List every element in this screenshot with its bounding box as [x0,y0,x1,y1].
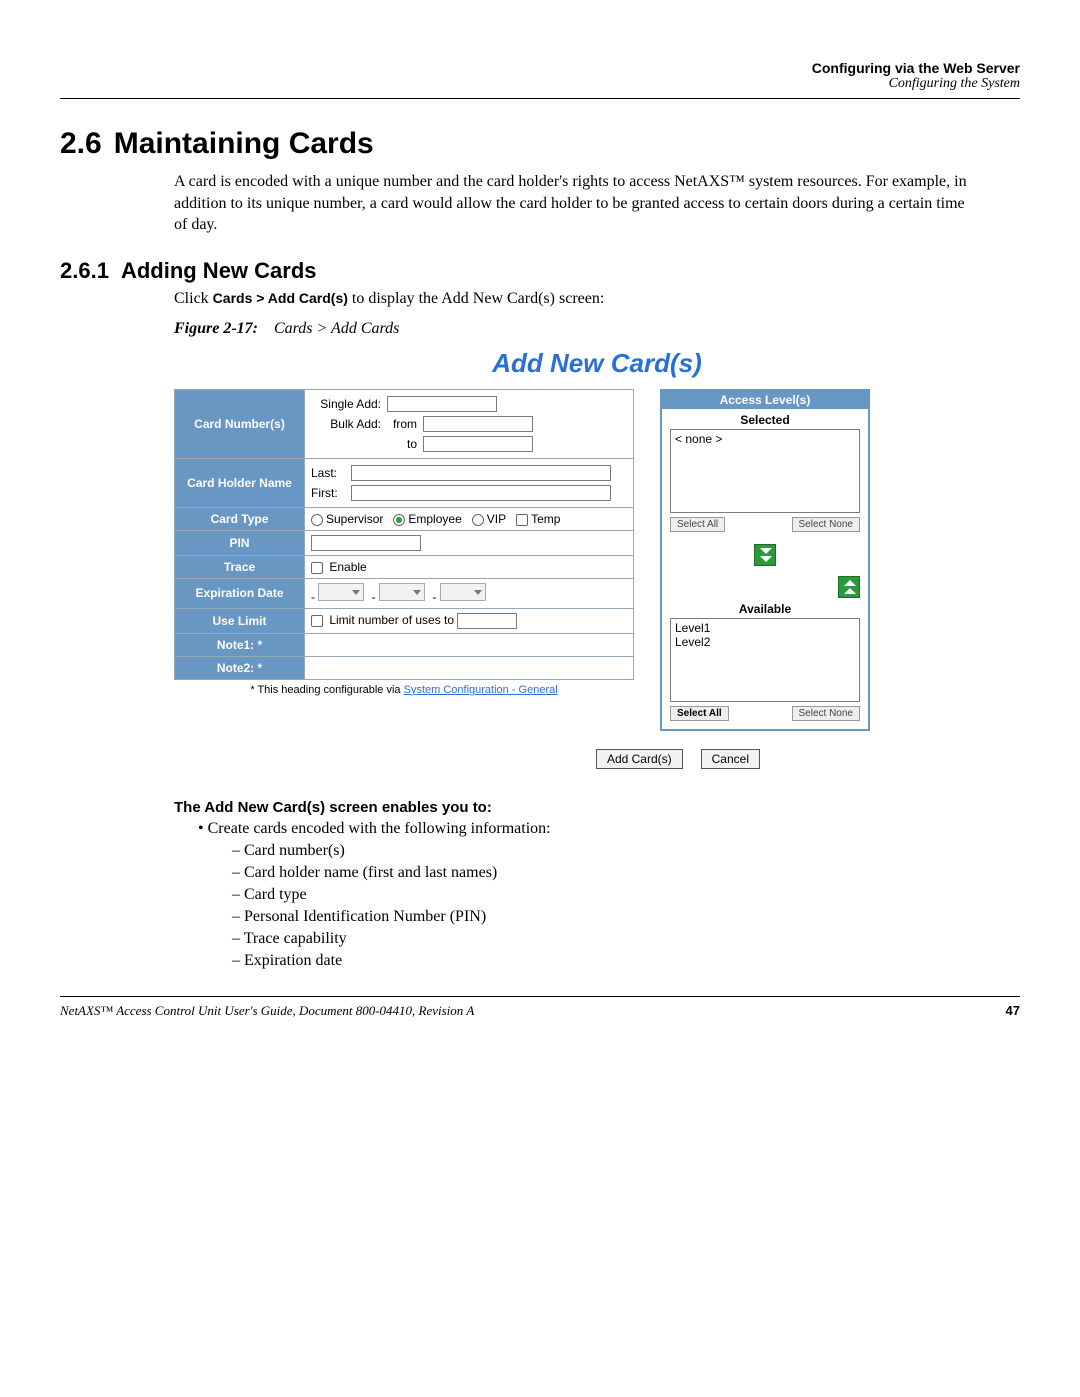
list-item: Card number(s) [232,840,1020,862]
temp-checkbox[interactable] [516,514,528,526]
section-body: A card is encoded with a unique number a… [174,171,980,236]
list-item[interactable]: Level1 [675,621,855,635]
bulk-add-label: Bulk Add: [311,417,381,431]
available-select-none-button[interactable]: Select None [792,706,860,721]
enables-heading: The Add New Card(s) screen enables you t… [174,799,1020,816]
exp-day-select[interactable] [379,583,425,601]
row-note2: Note2: * [175,656,305,679]
list-item: Card holder name (first and last names) [232,862,1020,884]
add-cards-button[interactable]: Add Card(s) [596,749,683,769]
selected-select-all-button[interactable]: Select All [670,517,725,532]
screenshot-title: Add New Card(s) [174,348,1020,379]
form-footnote: * This heading configurable via System C… [174,684,634,696]
page-number: 47 [1006,1003,1020,1019]
section-heading: 2.6 Maintaining Cards [60,127,1020,161]
section-number: 2.6 [60,127,102,160]
click-instruction: Click Cards > Add Card(s) to display the… [174,290,1020,308]
header-section: Configuring the System [60,76,1020,92]
move-up-button[interactable] [838,576,860,598]
employee-radio[interactable] [393,514,405,526]
exp-year-select[interactable] [440,583,486,601]
footer-rule [60,996,1020,997]
bulk-to-input[interactable] [423,436,533,452]
header-chapter: Configuring via the Web Server [60,60,1020,76]
list-item[interactable]: Level2 [675,635,855,649]
bulk-from-input[interactable] [423,416,533,432]
row-note1: Note1: * [175,633,305,656]
selected-select-none-button[interactable]: Select None [792,517,860,532]
pin-input[interactable] [311,535,421,551]
ui-path: Cards > Add Card(s) [213,290,348,306]
enables-list: Create cards encoded with the following … [198,820,1020,972]
last-name-input[interactable] [351,465,611,481]
row-pin: PIN [175,530,305,555]
row-card-type: Card Type [175,507,305,530]
single-add-label: Single Add: [311,397,381,411]
use-limit-checkbox[interactable] [311,615,323,627]
subsection-heading: 2.6.1 Adding New Cards [60,258,1020,284]
selected-none: < none > [675,432,855,446]
page-footer: NetAXS™ Access Control Unit User's Guide… [60,1003,1020,1019]
list-item: Trace capability [232,928,1020,950]
list-item: Expiration date [232,950,1020,972]
move-down-button[interactable] [754,544,776,566]
bulk-to-label: to [387,437,417,451]
embedded-screenshot: Add New Card(s) Card Number(s) Single Ad… [174,348,1020,731]
use-limit-input[interactable] [457,613,517,629]
available-label: Available [662,598,868,618]
available-select-all-button[interactable]: Select All [670,706,729,721]
subsection-number: 2.6.1 [60,258,109,283]
card-form-table: Card Number(s) Single Add: Bulk Add: fro… [174,389,634,680]
row-card-holder: Card Holder Name [175,458,305,507]
exp-month-select[interactable] [318,583,364,601]
cancel-button[interactable]: Cancel [701,749,760,769]
last-label: Last: [311,466,345,480]
first-label: First: [311,486,345,500]
trace-enable-checkbox[interactable] [311,562,323,574]
page-header: Configuring via the Web Server Configuri… [60,60,1020,92]
list-item: Personal Identification Number (PIN) [232,906,1020,928]
supervisor-radio[interactable] [311,514,323,526]
vip-radio[interactable] [472,514,484,526]
row-use-limit: Use Limit [175,608,305,633]
header-rule [60,98,1020,99]
access-levels-panel: Access Level(s) Selected < none > Select… [660,389,870,731]
row-card-numbers: Card Number(s) [175,389,305,458]
available-listbox[interactable]: Level1 Level2 [670,618,860,702]
form-buttons-row: Add Card(s) Cancel [174,749,1020,769]
access-levels-title: Access Level(s) [662,391,868,409]
single-add-input[interactable] [387,396,497,412]
subsection-title: Adding New Cards [121,258,317,283]
selected-label: Selected [662,409,868,429]
section-title: Maintaining Cards [114,127,374,160]
list-item: Create cards encoded with the following … [198,820,1020,972]
row-expiration: Expiration Date [175,578,305,608]
footer-doc: NetAXS™ Access Control Unit User's Guide… [60,1003,474,1019]
bulk-from-label: from [387,417,417,431]
list-item: Card type [232,884,1020,906]
row-trace: Trace [175,555,305,578]
figure-caption: Figure 2-17: Cards > Add Cards [174,320,1020,338]
first-name-input[interactable] [351,485,611,501]
form-panel: Card Number(s) Single Add: Bulk Add: fro… [174,389,634,696]
footnote-link[interactable]: System Configuration - General [404,684,558,696]
selected-listbox[interactable]: < none > [670,429,860,513]
